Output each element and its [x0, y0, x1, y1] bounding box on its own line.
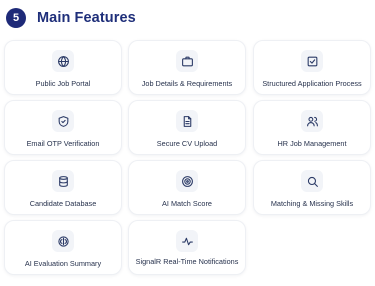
target-icon: [176, 170, 198, 192]
feature-label: Candidate Database: [29, 199, 97, 208]
feature-card-signalr-notifications: SignalR Real-Time Notifications: [128, 220, 246, 275]
database-icon: [52, 170, 74, 192]
section-number-badge: 5: [6, 8, 26, 28]
feature-card-ai-evaluation-summary: AI Evaluation Summary: [4, 220, 122, 275]
feature-label: Email OTP Verification: [26, 139, 100, 148]
brain-icon: [52, 230, 74, 252]
feature-card-hr-job-management: HR Job Management: [253, 100, 371, 155]
feature-label: AI Evaluation Summary: [24, 259, 102, 268]
globe-icon: [52, 50, 74, 72]
feature-card-matching-skills: Matching & Missing Skills: [253, 160, 371, 215]
document-icon: [176, 110, 198, 132]
feature-card-application-process: Structured Application Process: [253, 40, 371, 95]
feature-card-ai-match-score: AI Match Score: [128, 160, 246, 215]
activity-icon: [176, 230, 198, 252]
feature-label: Structured Application Process: [262, 79, 362, 88]
feature-label: SignalR Real-Time Notifications: [135, 257, 239, 266]
feature-card-public-job-portal: Public Job Portal: [4, 40, 122, 95]
feature-label: Public Job Portal: [35, 79, 91, 88]
feature-card-email-otp: Email OTP Verification: [4, 100, 122, 155]
feature-card-candidate-database: Candidate Database: [4, 160, 122, 215]
feature-label: Secure CV Upload: [156, 139, 218, 148]
checklist-icon: [301, 50, 323, 72]
section-header: 5 Main Features: [6, 7, 136, 29]
feature-label: Job Details & Requirements: [141, 79, 233, 88]
section-title: Main Features: [37, 10, 136, 26]
briefcase-icon: [176, 50, 198, 72]
search-icon: [301, 170, 323, 192]
feature-label: Matching & Missing Skills: [270, 199, 354, 208]
feature-label: HR Job Management: [277, 139, 347, 148]
shield-icon: [52, 110, 74, 132]
feature-card-job-details: Job Details & Requirements: [128, 40, 246, 95]
feature-card-cv-upload: Secure CV Upload: [128, 100, 246, 155]
users-icon: [301, 110, 323, 132]
feature-label: AI Match Score: [162, 199, 212, 208]
